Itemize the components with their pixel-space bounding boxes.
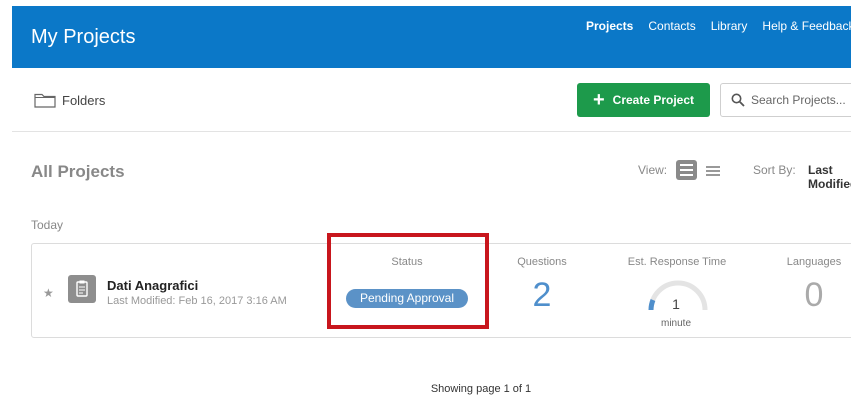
questions-header: Questions bbox=[517, 256, 567, 268]
languages-header: Languages bbox=[786, 256, 842, 268]
survey-icon bbox=[68, 275, 96, 303]
highlight-box bbox=[327, 233, 489, 329]
list-view-icon[interactable] bbox=[706, 163, 720, 177]
folder-icon bbox=[34, 93, 56, 108]
folders-label: Folders bbox=[62, 92, 106, 108]
plus-icon: + bbox=[592, 89, 605, 111]
create-project-button[interactable]: + Create Project bbox=[577, 83, 710, 117]
nav-contacts[interactable]: Contacts bbox=[648, 19, 695, 33]
search-input[interactable]: Search Projects... bbox=[720, 83, 851, 117]
view-label: View: bbox=[638, 163, 668, 177]
response-time-header: Est. Response Time bbox=[627, 256, 727, 268]
left-gap bbox=[0, 0, 12, 399]
section-title: All Projects bbox=[31, 162, 125, 181]
app-header: My Projects Projects Contacts Library He… bbox=[12, 6, 851, 68]
page-title: My Projects bbox=[31, 26, 136, 48]
project-name[interactable]: Dati Anagrafici bbox=[107, 278, 198, 293]
sort-dropdown[interactable]: Last Modified bbox=[808, 163, 851, 191]
search-placeholder: Search Projects... bbox=[751, 93, 846, 107]
folders-button[interactable]: Folders bbox=[34, 92, 105, 108]
project-last-modified: Last Modified: Feb 16, 2017 3:16 AM bbox=[107, 295, 287, 307]
grid-view-icon[interactable] bbox=[676, 160, 697, 180]
questions-count: 2 bbox=[532, 276, 552, 314]
response-time-value: 1 bbox=[672, 296, 680, 312]
create-project-label: Create Project bbox=[612, 93, 695, 107]
nav-projects[interactable]: Projects bbox=[586, 19, 633, 33]
languages-count: 0 bbox=[804, 276, 824, 314]
toolbar: Folders + Create Project Search Projects… bbox=[12, 68, 851, 132]
search-icon bbox=[731, 93, 745, 107]
pagination-text: Showing page 1 of 1 bbox=[430, 383, 532, 395]
top-nav: Projects Contacts Library Help & Feedbac… bbox=[586, 19, 851, 33]
group-label-today: Today bbox=[31, 218, 64, 232]
nav-library[interactable]: Library bbox=[711, 19, 748, 33]
response-time-unit: minute bbox=[660, 318, 691, 329]
nav-help-feedback[interactable]: Help & Feedback bbox=[762, 19, 851, 33]
star-icon[interactable]: ★ bbox=[43, 286, 54, 300]
sort-label: Sort By: bbox=[753, 163, 796, 177]
